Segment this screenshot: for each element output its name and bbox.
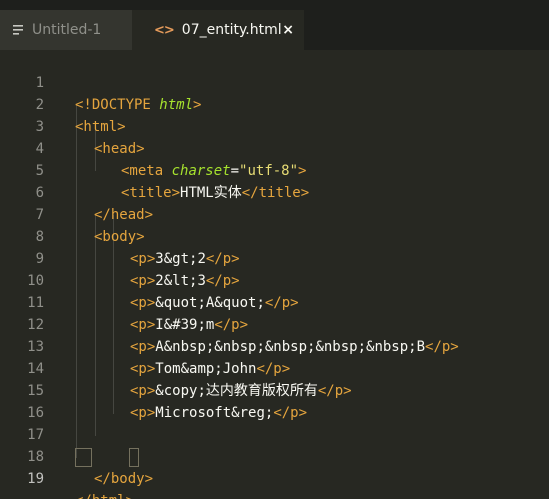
close-icon[interactable]: × xyxy=(282,22,294,38)
body-close-tag: </body> xyxy=(94,471,154,487)
code-line: 10 <p>&quot;A&quot;</p> xyxy=(0,248,549,311)
line-number: 19 xyxy=(27,471,44,487)
code-line: 16 xyxy=(0,380,549,421)
code-line: 2 <html> xyxy=(0,72,549,135)
code-line: 9 <p>2&lt;3</p> xyxy=(0,226,549,289)
code-line: 1 <!DOCTYPE html> xyxy=(0,50,549,113)
code-line: 5 <title>HTML实体</title> xyxy=(0,138,549,201)
tab-label: 07_entity.html xyxy=(181,22,282,38)
code-editor[interactable]: 1 <!DOCTYPE html> 2 <html> 3 <head> 4 <m… xyxy=(0,50,549,499)
bracket-match-highlight xyxy=(75,448,92,467)
html-close-bracket: </ xyxy=(75,493,92,499)
html-close-name: html xyxy=(92,493,126,499)
tab-untitled-1[interactable]: Untitled-1 xyxy=(0,10,132,50)
code-line: 15 <p>Microsoft&reg;</p> xyxy=(0,358,549,421)
code-line: 13 <p>Tom&amp;John</p> xyxy=(0,314,549,377)
editor-window: Untitled-1 <> 07_entity.html × 1 <!DOCTY… xyxy=(0,0,549,499)
tab-07-entity-html[interactable]: <> 07_entity.html × xyxy=(132,10,304,50)
code-line: 7 <body> xyxy=(0,182,549,245)
bracket-match-highlight xyxy=(129,448,139,467)
html-close-bracket-end: > xyxy=(126,493,134,499)
code-line: 6 </head> xyxy=(0,160,549,223)
code-line: 4 <meta charset="utf-8"> xyxy=(0,116,549,179)
code-line: 8 <p>3&gt;2</p> xyxy=(0,204,549,267)
title-strip xyxy=(0,0,549,10)
code-brackets-icon: <> xyxy=(154,22,175,38)
menu-lines-icon xyxy=(13,25,23,35)
code-line: 12 <p>A&nbsp;&nbsp;&nbsp;&nbsp;&nbsp;B</… xyxy=(0,292,549,355)
code-line: 11 <p>I&#39;m</p> xyxy=(0,270,549,333)
code-line: 18 </body> xyxy=(0,424,549,487)
code-line: 3 <head> xyxy=(0,94,549,157)
code-line: 14 <p>&copy;达内教育版权所有</p> xyxy=(0,336,549,399)
code-line: 17 xyxy=(0,402,549,443)
tab-label: Untitled-1 xyxy=(32,22,102,38)
